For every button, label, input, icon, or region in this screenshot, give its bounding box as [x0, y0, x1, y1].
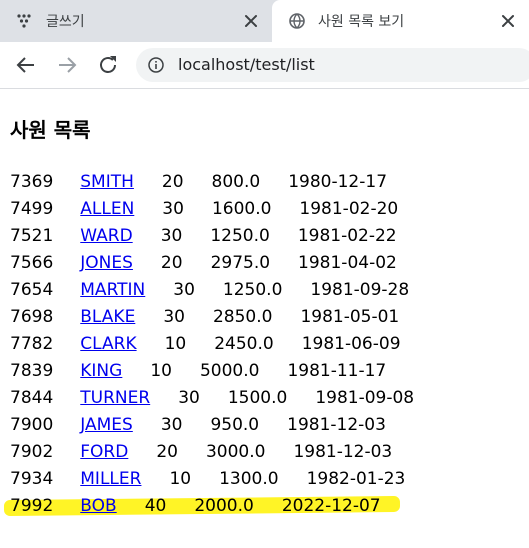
info-icon[interactable]	[148, 57, 164, 73]
address-bar[interactable]: localhost/test/list	[136, 48, 529, 82]
hire-date: 1982-01-23	[306, 469, 406, 489]
list-item: 7902 FORD 20 3000.0 1981-12-03	[10, 442, 392, 462]
employee-name-link[interactable]: TURNER	[80, 388, 150, 408]
salary: 2000.0	[194, 496, 254, 516]
list-item: 7369 SMITH 20 800.0 1980-12-17	[10, 172, 387, 192]
department-number: 30	[162, 199, 184, 219]
salary: 2975.0	[210, 253, 271, 273]
employee-number: 7782	[10, 334, 54, 354]
department-number: 40	[144, 496, 167, 516]
employee-number: 7698	[10, 307, 54, 327]
employee-number: 7521	[10, 226, 54, 246]
employee-number: 7900	[10, 415, 54, 435]
employee-name-link[interactable]: JONES	[80, 253, 133, 273]
browser-toolbar: localhost/test/list	[0, 42, 529, 89]
tab-write[interactable]: 글쓰기	[0, 0, 272, 42]
salary: 3000.0	[205, 442, 266, 462]
hire-date: 1981-02-20	[299, 199, 399, 219]
salary: 2850.0	[212, 307, 273, 327]
tab-employee-list[interactable]: 사원 목록 보기	[272, 0, 529, 42]
salary: 1500.0	[227, 388, 288, 408]
department-number: 30	[173, 280, 195, 300]
employee-number: 7369	[10, 172, 54, 192]
salary: 950.0	[210, 415, 260, 435]
url-text: localhost/test/list	[178, 55, 315, 74]
department-number: 20	[161, 172, 184, 192]
hire-date: 1981-12-03	[287, 415, 386, 435]
list-item: 7839 KING 10 5000.0 1981-11-17	[10, 361, 386, 381]
hire-date: 1981-12-03	[293, 442, 393, 462]
hire-date: 1981-05-01	[300, 307, 400, 327]
salary: 800.0	[211, 172, 261, 192]
list-item: 7782 CLARK 10 2450.0 1981-06-09	[10, 334, 401, 354]
hire-date: 1980-12-17	[288, 172, 388, 192]
arrow-left-icon[interactable]	[14, 53, 38, 77]
close-icon[interactable]	[499, 12, 517, 30]
list-item: 7521 WARD 30 1250.0 1981-02-22	[10, 226, 397, 246]
salary: 2450.0	[214, 334, 274, 354]
hire-date: 1981-06-09	[301, 334, 401, 354]
hire-date: 2022-12-07	[281, 496, 381, 516]
department-number: 10	[150, 361, 172, 381]
list-item: 7844 TURNER 30 1500.0 1981-09-08	[10, 388, 414, 408]
list-item: 7499 ALLEN 30 1600.0 1981-02-20	[10, 199, 398, 219]
tab-title: 글쓰기	[46, 14, 85, 30]
list-item: 7900 JAMES 30 950.0 1981-12-03	[10, 415, 386, 435]
employee-name-link[interactable]: KING	[80, 361, 122, 381]
employee-name-link[interactable]: BOB	[80, 496, 116, 516]
salary: 5000.0	[199, 361, 260, 381]
employee-number: 7844	[10, 388, 54, 408]
department-number: 30	[160, 226, 183, 246]
department-number: 10	[169, 469, 192, 489]
page-content: 사원 목록 7369 SMITH 20 800.0 1980-12-17 7499 ALLE…	[0, 89, 529, 548]
hire-date: 1981-11-17	[287, 361, 387, 381]
employee-name-link[interactable]: BLAKE	[80, 307, 135, 327]
employee-number: 7992	[10, 496, 54, 516]
employee-name-link[interactable]: JAMES	[80, 415, 133, 435]
list-item: 7566 JONES 20 2975.0 1981-04-02	[10, 253, 397, 273]
department-number: 20	[156, 442, 178, 462]
globe-icon	[289, 13, 305, 29]
page-title: 사원 목록	[10, 118, 91, 142]
app-dots-icon	[17, 14, 31, 28]
tab-title: 사원 목록 보기	[318, 14, 405, 30]
list-item: 7992 BOB 40 2000.0 2022-12-07	[10, 496, 381, 516]
list-item: 7654 MARTIN 30 1250.0 1981-09-28	[10, 280, 409, 300]
employee-name-link[interactable]: MARTIN	[80, 280, 145, 300]
hire-date: 1981-04-02	[298, 253, 397, 273]
salary: 1250.0	[222, 280, 283, 300]
employee-number: 7934	[10, 469, 54, 489]
employee-name-link[interactable]: WARD	[80, 226, 132, 246]
employee-number: 7902	[10, 442, 54, 462]
employee-number: 7499	[10, 199, 54, 219]
employee-name-link[interactable]: CLARK	[80, 334, 136, 354]
employee-number: 7839	[10, 361, 54, 381]
reload-icon[interactable]	[96, 53, 120, 77]
salary: 1300.0	[219, 469, 279, 489]
department-number: 30	[163, 307, 185, 327]
hire-date: 1981-09-08	[315, 388, 415, 408]
hire-date: 1981-02-22	[297, 226, 397, 246]
close-icon[interactable]	[242, 12, 260, 30]
department-number: 30	[160, 415, 183, 435]
list-item: 7698 BLAKE 30 2850.0 1981-05-01	[10, 307, 399, 327]
department-number: 30	[178, 388, 200, 408]
salary: 1600.0	[211, 199, 272, 219]
department-number: 20	[160, 253, 183, 273]
employee-name-link[interactable]: SMITH	[80, 172, 134, 192]
salary: 1250.0	[210, 226, 270, 246]
arrow-right-icon[interactable]	[55, 53, 79, 77]
tab-strip: 글쓰기 사원 목록 보기	[0, 0, 529, 42]
employee-number: 7654	[10, 280, 54, 300]
list-item: 7934 MILLER 10 1300.0 1982-01-23	[10, 469, 405, 489]
employee-name-link[interactable]: MILLER	[80, 469, 141, 489]
department-number: 10	[164, 334, 187, 354]
employee-number: 7566	[10, 253, 54, 273]
employee-name-link[interactable]: ALLEN	[80, 199, 134, 219]
hire-date: 1981-09-28	[310, 280, 410, 300]
employee-name-link[interactable]: FORD	[80, 442, 128, 462]
